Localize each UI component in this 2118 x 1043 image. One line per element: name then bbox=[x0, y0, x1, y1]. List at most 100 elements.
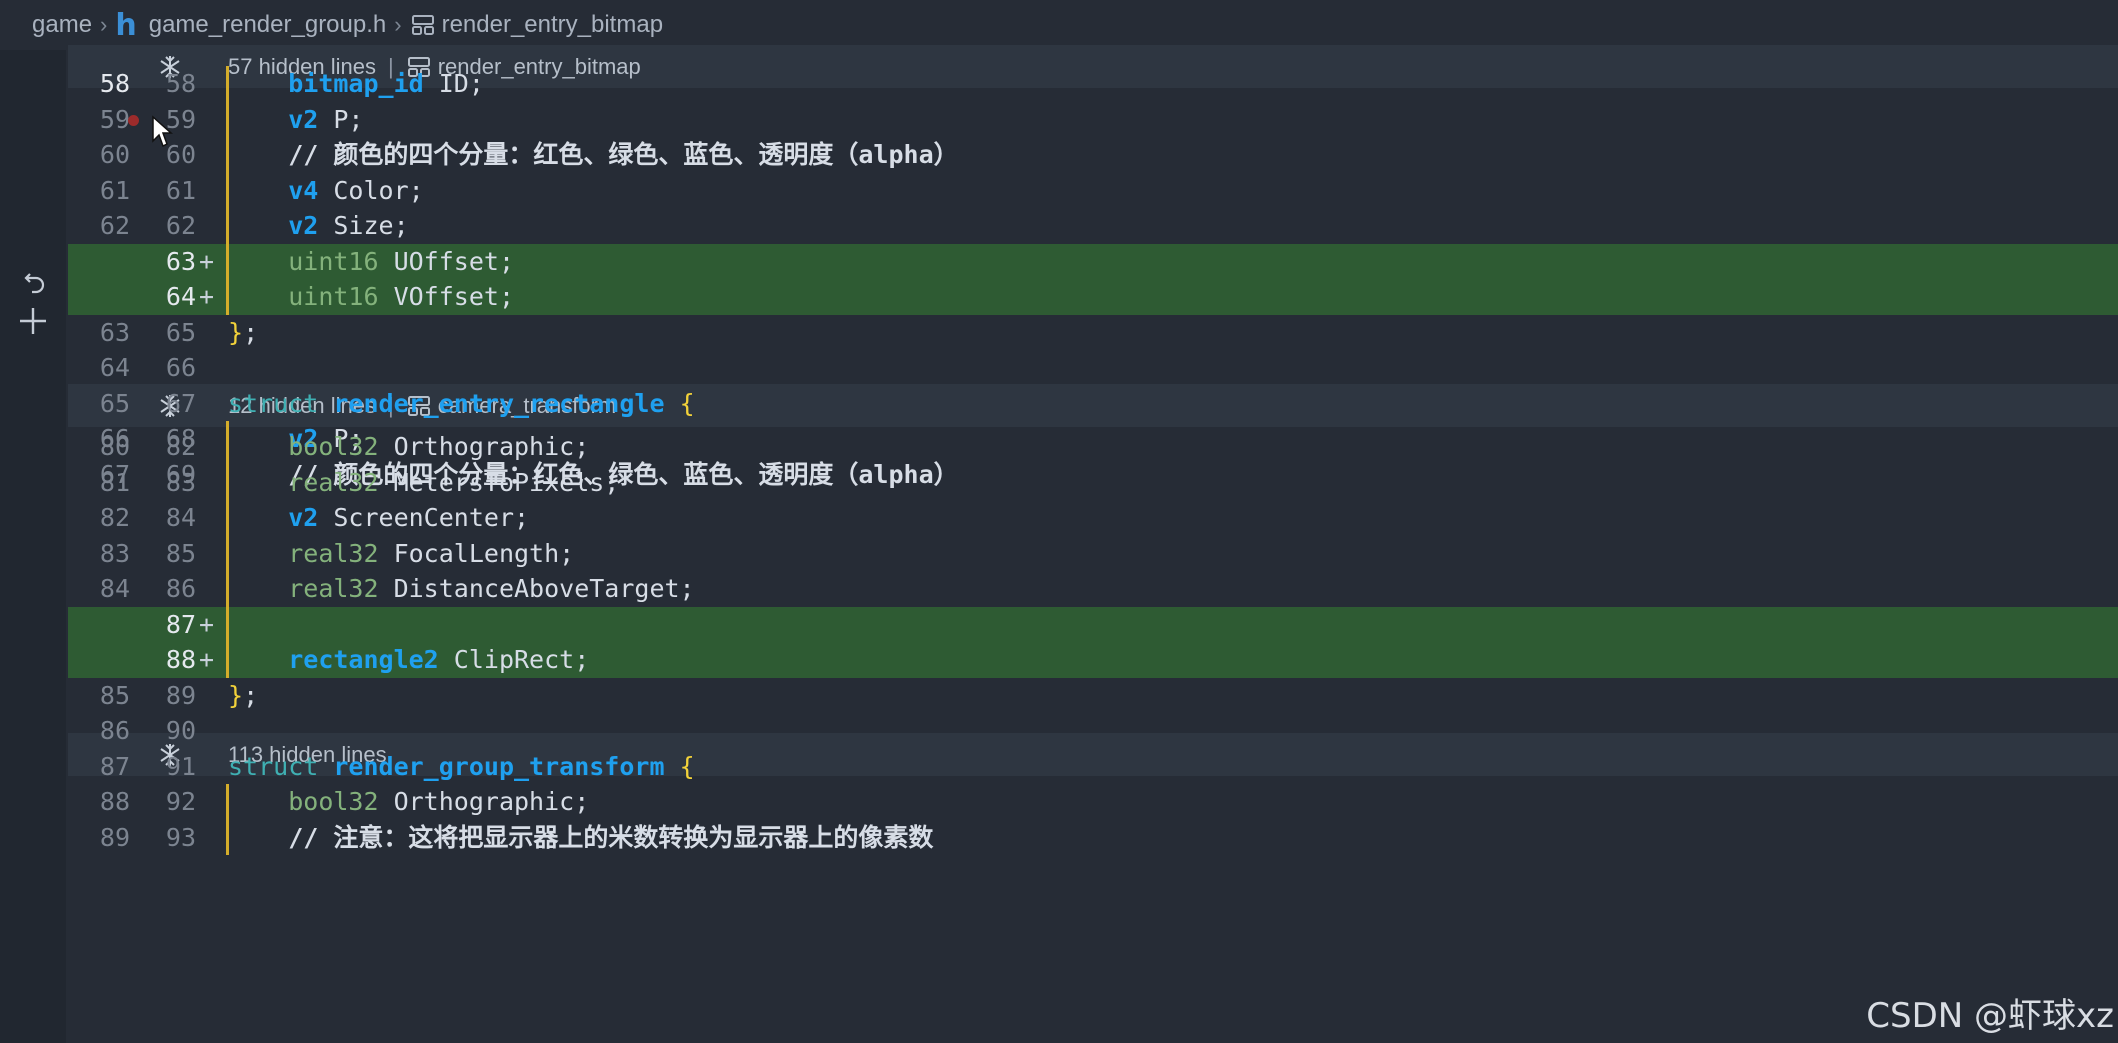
code-text: bool32 Orthographic; bbox=[228, 784, 589, 820]
code-text: v2 ScreenCenter; bbox=[228, 500, 529, 536]
code-line[interactable]: 80 82 bool32 Orthographic; bbox=[68, 429, 2118, 465]
stage-plus-icon[interactable] bbox=[16, 304, 50, 338]
new-line-number: 92 bbox=[165, 787, 196, 816]
code-line[interactable]: 89 93 // 注意：这将把显示器上的米数转换为显示器上的像素数 bbox=[68, 819, 2118, 856]
code-line[interactable]: 82 84 v2 ScreenCenter; bbox=[68, 500, 2118, 536]
code-token: { bbox=[679, 388, 695, 418]
diff-editor[interactable]: 57 hidden lines | render_entry_bitmap 12 h… bbox=[68, 45, 2118, 1043]
code-token: v4 bbox=[288, 175, 319, 205]
code-text: struct render_group_transform { bbox=[228, 749, 695, 785]
code-token: render_entry_rectangle bbox=[333, 388, 665, 418]
code-token: Orthographic; bbox=[378, 432, 590, 461]
new-line-number: 67 bbox=[165, 388, 196, 418]
new-line-number: 61 bbox=[165, 175, 196, 205]
code-line[interactable]: 88 92 bool32 Orthographic; bbox=[68, 784, 2118, 820]
code-token: ScreenCenter; bbox=[318, 503, 530, 532]
breadcrumb-symbol-label: render_entry_bitmap bbox=[441, 11, 664, 38]
code-token: P; bbox=[318, 104, 364, 134]
added-code-line[interactable]: 87 + bbox=[68, 606, 2118, 642]
new-line-number: 88 bbox=[165, 645, 196, 674]
code-token: ; bbox=[243, 317, 259, 347]
code-line[interactable]: 84 86 real32 DistanceAboveTarget; bbox=[68, 571, 2118, 607]
code-token: bool32 bbox=[288, 432, 379, 461]
breadcrumb-symbol[interactable]: render_entry_bitmap bbox=[410, 11, 663, 39]
code-token: real32 bbox=[288, 574, 379, 603]
code-line[interactable]: 86 90 bbox=[68, 713, 2118, 749]
code-token: rectangle2 bbox=[288, 645, 439, 674]
new-line-number: 63 bbox=[165, 246, 196, 276]
code-text: uint16 VOffset; bbox=[228, 279, 514, 315]
code-token: } bbox=[228, 317, 244, 347]
diff-gutter bbox=[0, 50, 66, 1043]
breadcrumb-file-label: game_render_group.h bbox=[148, 11, 387, 38]
code-token: VOffset; bbox=[378, 282, 514, 311]
code-text: // 注意：这将把显示器上的米数转换为显示器上的像素数 bbox=[228, 820, 933, 856]
code-text: real32 MetersToPixels; bbox=[228, 465, 619, 501]
c-header-file-icon: h bbox=[115, 7, 137, 43]
added-code-line[interactable]: 63 + uint16 UOffset; bbox=[68, 243, 2118, 279]
new-line-number: 84 bbox=[165, 503, 196, 532]
code-token: Color; bbox=[318, 175, 424, 205]
diff-marker: + bbox=[199, 609, 215, 639]
code-token: // 颜色的四个分量：红色、绿色、蓝色、透明度（alpha） bbox=[288, 140, 959, 169]
revert-icon[interactable] bbox=[20, 268, 50, 298]
watermark: CSDN @虾球xz bbox=[1866, 996, 2114, 1036]
breadcrumb-folder[interactable]: game bbox=[32, 11, 92, 39]
code-line[interactable]: 87 91 struct render_group_transform { bbox=[68, 749, 2118, 785]
new-line-number: 86 bbox=[165, 574, 196, 603]
code-line[interactable]: 81 83 real32 MetersToPixels; bbox=[68, 464, 2118, 501]
code-text: real32 FocalLength; bbox=[228, 536, 574, 572]
code-line[interactable]: 61 61 v4 Color; bbox=[68, 172, 2118, 209]
code-token: UOffset; bbox=[378, 246, 514, 276]
code-line[interactable]: 64 66 bbox=[68, 350, 2118, 386]
code-token: uint16 bbox=[288, 282, 379, 311]
code-line[interactable]: 62 62 v2 Size; bbox=[68, 208, 2118, 244]
breadcrumb-file[interactable]: h game_render_group.h bbox=[115, 8, 386, 43]
code-line[interactable]: 63 65}; bbox=[68, 315, 2118, 351]
code-line[interactable]: 65 67 struct render_entry_rectangle { bbox=[68, 386, 2118, 422]
new-line-number: 82 bbox=[165, 432, 196, 461]
code-token: DistanceAboveTarget; bbox=[378, 574, 695, 603]
diff-marker: + bbox=[199, 645, 215, 674]
code-token: Size; bbox=[318, 211, 409, 240]
code-token: { bbox=[679, 751, 695, 781]
code-token: MetersToPixels; bbox=[378, 467, 620, 497]
code-text: bool32 Orthographic; bbox=[228, 429, 589, 465]
breadcrumb-folder-label: game bbox=[32, 11, 93, 38]
code-token: ID; bbox=[423, 69, 484, 98]
new-line-number: 89 bbox=[165, 680, 196, 710]
code-text: bitmap_id ID; bbox=[228, 66, 484, 102]
new-line-number: 85 bbox=[165, 538, 196, 568]
code-token: uint16 bbox=[288, 246, 379, 276]
code-token: v2 bbox=[288, 211, 319, 240]
code-text: v4 Color; bbox=[228, 173, 424, 209]
code-line[interactable]: 60 60 // 颜色的四个分量：红色、绿色、蓝色、透明度（alpha） bbox=[68, 137, 2118, 173]
code-line[interactable]: 83 85 real32 FocalLength; bbox=[68, 535, 2118, 572]
code-token: real32 bbox=[288, 538, 379, 568]
added-code-line[interactable]: 64 + uint16 VOffset; bbox=[68, 279, 2118, 315]
new-line-number: 93 bbox=[165, 822, 196, 852]
code-token: ; bbox=[243, 680, 259, 710]
new-line-number: 87 bbox=[165, 609, 196, 639]
added-code-line[interactable]: 88 + rectangle2 ClipRect; bbox=[68, 642, 2118, 678]
code-line[interactable]: 58 58 bitmap_id ID; bbox=[68, 66, 2118, 102]
diff-marker: + bbox=[199, 246, 215, 276]
code-line[interactable]: 85 89}; bbox=[68, 678, 2118, 714]
code-token: } bbox=[228, 680, 244, 710]
breakpoint-dot-icon[interactable] bbox=[128, 114, 139, 126]
code-line[interactable]: 59 59 v2 P; bbox=[68, 101, 2118, 137]
code-text: }; bbox=[228, 315, 258, 351]
chevron-right-icon: › bbox=[100, 12, 108, 37]
modified-line-indicator bbox=[226, 606, 229, 642]
